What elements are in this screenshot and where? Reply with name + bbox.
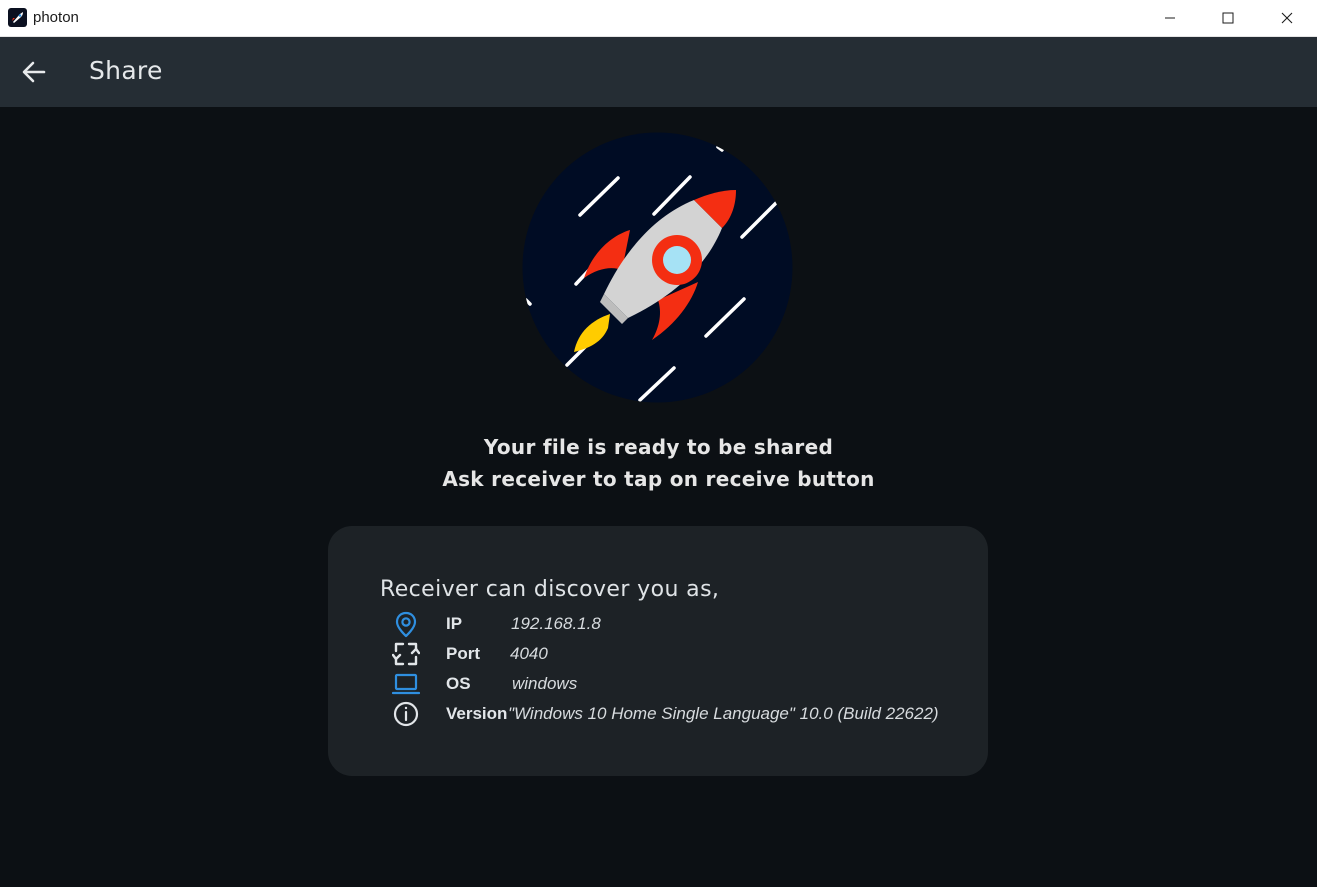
port-value: 4040 bbox=[510, 644, 548, 663]
port-label: Port bbox=[446, 644, 480, 663]
instruction-message: Ask receiver to tap on receive button bbox=[442, 467, 875, 491]
info-row-ip: IP 192.168.1.8 bbox=[328, 609, 988, 639]
ip-value: 192.168.1.8 bbox=[511, 614, 601, 633]
location-pin-icon bbox=[392, 610, 420, 638]
close-button[interactable] bbox=[1258, 0, 1316, 36]
app-bar: Share bbox=[0, 37, 1317, 107]
maximize-icon bbox=[1222, 12, 1234, 24]
sync-arrows-icon bbox=[391, 640, 421, 668]
minimize-button[interactable] bbox=[1141, 0, 1199, 36]
info-row-port: Port 4040 bbox=[328, 639, 988, 669]
version-value: "Windows 10 Home Single Language" 10.0 (… bbox=[508, 704, 939, 723]
discovery-title: Receiver can discover you as, bbox=[380, 577, 720, 602]
os-value: windows bbox=[512, 674, 578, 693]
info-row-os: OS windows bbox=[328, 669, 988, 699]
laptop-icon bbox=[391, 670, 421, 698]
ready-message: Your file is ready to be shared bbox=[483, 435, 834, 459]
close-icon bbox=[1281, 12, 1293, 24]
minimize-icon bbox=[1165, 17, 1175, 19]
maximize-button[interactable] bbox=[1199, 0, 1257, 36]
back-button[interactable] bbox=[18, 56, 50, 88]
rocket-illustration bbox=[522, 132, 793, 403]
info-icon bbox=[392, 700, 420, 728]
window-titlebar: photon bbox=[0, 0, 1317, 37]
photon-app-icon bbox=[8, 8, 27, 27]
page-title: Share bbox=[89, 56, 163, 85]
os-label: OS bbox=[446, 674, 471, 693]
arrow-back-icon bbox=[22, 61, 46, 83]
ip-label: IP bbox=[446, 614, 463, 633]
discovery-card: Receiver can discover you as, IP 192.168… bbox=[328, 526, 988, 776]
window-title: photon bbox=[33, 9, 79, 26]
info-row-version: Version "Windows 10 Home Single Language… bbox=[328, 699, 988, 729]
version-label: Version bbox=[446, 704, 508, 723]
